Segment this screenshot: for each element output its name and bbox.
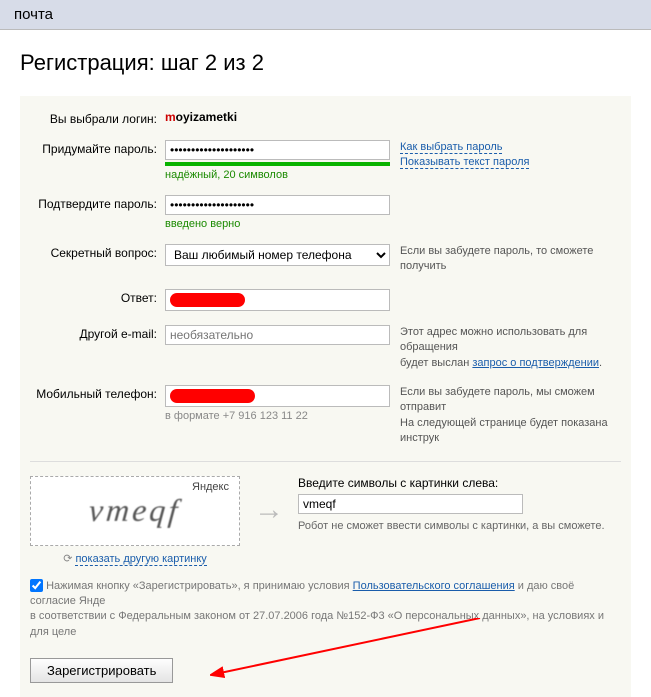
arrow-icon: →	[254, 493, 284, 527]
tab-bar: почта	[0, 0, 651, 30]
login-label: Вы выбрали логин:	[30, 110, 165, 126]
question-hint: Если вы забудете пароль, то сможете полу…	[390, 244, 621, 275]
refresh-icon: ⟳	[63, 553, 72, 565]
agreement-checkbox[interactable]	[30, 579, 43, 592]
agreement-text: Нажимая кнопку «Зарегистрировать», я при…	[30, 579, 621, 641]
confirm-input[interactable]	[165, 195, 390, 215]
question-select[interactable]: Ваш любимый номер телефона	[165, 244, 390, 266]
confirm-status: введено верно	[165, 218, 390, 230]
phone-format-hint: в формате +7 916 123 11 22	[165, 410, 390, 422]
password-show-link[interactable]: Показывать текст пароля	[400, 156, 529, 169]
agreement-link[interactable]: Пользовательского соглашения	[353, 580, 515, 592]
tab-mail[interactable]: почта	[0, 0, 67, 29]
password-strength-text: надёжный, 20 символов	[165, 169, 390, 181]
phone-hint: Если вы забудете пароль, мы сможем отпра…	[390, 385, 621, 447]
answer-redacted	[170, 293, 245, 307]
phone-label: Мобильный телефон:	[30, 385, 165, 401]
login-value: moyizametki	[165, 110, 390, 124]
registration-form: Вы выбрали логин: moyizametki Придумайте…	[20, 96, 631, 697]
register-button[interactable]: Зарегистрировать	[30, 658, 173, 683]
email-input[interactable]	[165, 325, 390, 345]
password-strength-bar	[165, 162, 390, 166]
captcha-input[interactable]	[298, 494, 523, 514]
password-input[interactable]	[165, 140, 390, 160]
password-label: Придумайте пароль:	[30, 140, 165, 156]
captcha-note: Робот не сможет ввести символы с картинк…	[298, 520, 621, 532]
confirm-label: Подтвердите пароль:	[30, 195, 165, 211]
captcha-refresh-link[interactable]: показать другую картинку	[75, 553, 206, 566]
captcha-label: Введите символы с картинки слева:	[298, 476, 621, 490]
password-help-link[interactable]: Как выбрать пароль	[400, 141, 502, 154]
answer-label: Ответ:	[30, 289, 165, 305]
captcha-image: Яндекс vmeqf	[30, 476, 240, 546]
email-label: Другой e-mail:	[30, 325, 165, 341]
phone-redacted	[170, 389, 255, 403]
question-label: Секретный вопрос:	[30, 244, 165, 260]
email-hint: Этот адрес можно использовать для обраще…	[390, 325, 621, 371]
page-title: Регистрация: шаг 2 из 2	[20, 50, 631, 76]
confirmation-request-link[interactable]: запрос о подтверждении	[472, 357, 599, 369]
